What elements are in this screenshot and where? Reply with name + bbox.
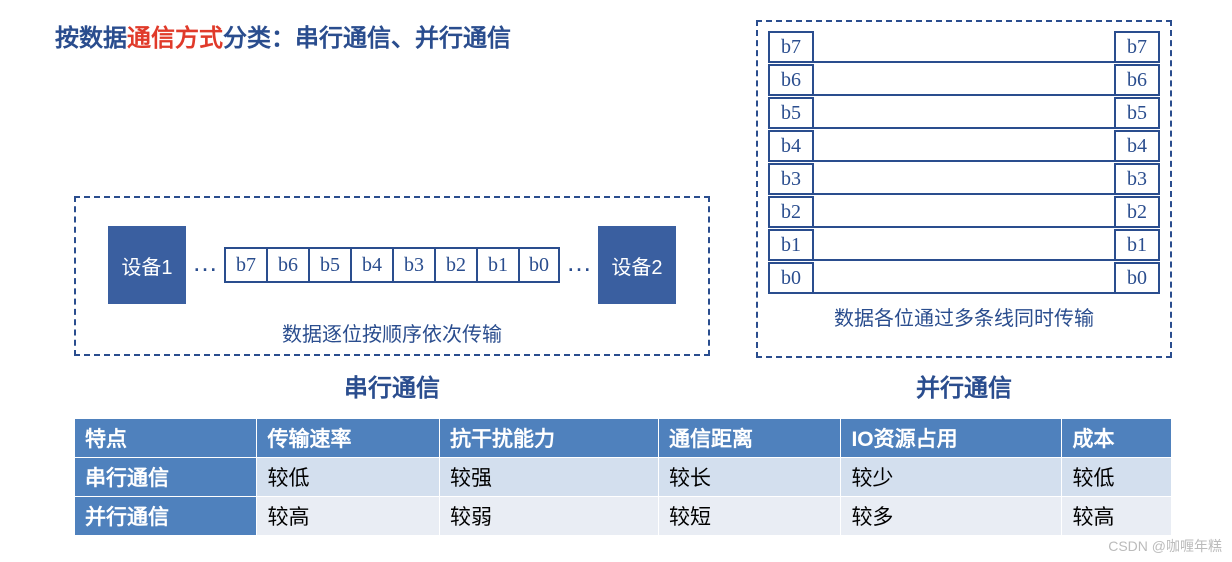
serial-caption: 数据逐位按顺序依次传输	[76, 318, 708, 347]
bit-cell: b0	[1114, 262, 1160, 294]
serial-label: 串行通信	[74, 368, 710, 403]
bit-cell: b3	[768, 163, 814, 195]
wire-icon	[814, 146, 1114, 162]
bit-cell: b2	[434, 247, 476, 283]
ellipsis-icon: …	[566, 247, 592, 284]
parallel-line: b0 b0	[768, 261, 1160, 294]
table-cell: 较短	[658, 497, 840, 536]
table-header-row: 特点 传输速率 抗干扰能力 通信距离 IO资源占用 成本	[75, 419, 1172, 458]
title-pre: 按数据	[55, 25, 127, 52]
bit-cell: b7	[224, 247, 266, 283]
table-header: 抗干扰能力	[439, 419, 658, 458]
table-cell: 较低	[1062, 458, 1172, 497]
table-cell: 较低	[257, 458, 439, 497]
bit-cell: b0	[768, 262, 814, 294]
parallel-diagram: b7 b7 b6 b6 b5 b5 b4 b4 b3 b3 b2 b2 b1 b1 b0b0 …	[756, 20, 1172, 358]
page-title: 按数据通信方式分类：串行通信、并行通信	[55, 18, 511, 53]
parallel-line: b3 b3	[768, 162, 1160, 195]
bit-cell: b1	[476, 247, 518, 283]
bit-cell: b7	[1114, 31, 1160, 63]
table-cell: 较弱	[439, 497, 658, 536]
bit-cell: b3	[1114, 163, 1160, 195]
parallel-line: b7 b7	[768, 30, 1160, 63]
serial-diagram: 设备1 … b7 b6 b5 b4 b3 b2 b1 b0 … 设备2 数据逐位…	[74, 196, 710, 356]
bit-cell: b5	[308, 247, 350, 283]
comparison-table: 特点 传输速率 抗干扰能力 通信距离 IO资源占用 成本 串行通信 较低 较强 …	[74, 418, 1172, 536]
bit-cell: b7	[768, 31, 814, 63]
bit-cell: b6	[1114, 64, 1160, 96]
title-post: 分类：串行通信、并行通信	[223, 25, 511, 52]
bit-cell: b4	[1114, 130, 1160, 162]
table-cell: 较高	[1062, 497, 1172, 536]
wire-icon	[814, 80, 1114, 96]
wire-icon	[814, 278, 1114, 294]
bit-cell: b6	[768, 64, 814, 96]
serial-row: 设备1 … b7 b6 b5 b4 b3 b2 b1 b0 … 设备2	[76, 226, 708, 304]
table-header: IO资源占用	[841, 419, 1062, 458]
table-cell: 较高	[257, 497, 439, 536]
bit-cell: b3	[392, 247, 434, 283]
device-1: 设备1	[108, 226, 186, 304]
bit-cell: b5	[1114, 97, 1160, 129]
wire-icon	[814, 212, 1114, 228]
wire-icon	[814, 245, 1114, 261]
bit-cell: b2	[1114, 196, 1160, 228]
table-header: 通信距离	[658, 419, 840, 458]
device-2: 设备2	[598, 226, 676, 304]
title-red: 通信方式	[127, 25, 223, 52]
bit-cell: b4	[768, 130, 814, 162]
bit-cell: b4	[350, 247, 392, 283]
table-row: 并行通信 较高 较弱 较短 较多 较高	[75, 497, 1172, 536]
bit-cell: b1	[768, 229, 814, 261]
table-row: 串行通信 较低 较强 较长 较少 较低	[75, 458, 1172, 497]
row-name: 并行通信	[75, 497, 257, 536]
bit-cell: b0	[518, 247, 560, 283]
table-cell: 较少	[841, 458, 1062, 497]
table-header: 成本	[1062, 419, 1172, 458]
table-cell: 较多	[841, 497, 1062, 536]
wire-icon	[814, 113, 1114, 129]
row-name: 串行通信	[75, 458, 257, 497]
parallel-lines: b7 b7 b6 b6 b5 b5 b4 b4 b3 b3 b2 b2 b1 b1 b0 b0	[768, 30, 1160, 294]
parallel-line: b5 b5	[768, 96, 1160, 129]
serial-bits: b7 b6 b5 b4 b3 b2 b1 b0	[224, 247, 560, 283]
bit-cell: b1	[1114, 229, 1160, 261]
ellipsis-icon: …	[192, 247, 218, 284]
parallel-line: b2 b2	[768, 195, 1160, 228]
parallel-line: b1 b1	[768, 228, 1160, 261]
watermark: CSDN @咖喱年糕	[1108, 536, 1222, 556]
table-header: 传输速率	[257, 419, 439, 458]
bit-cell: b5	[768, 97, 814, 129]
wire-icon	[814, 47, 1114, 63]
parallel-caption: 数据各位通过多条线同时传输	[768, 302, 1160, 331]
table-header: 特点	[75, 419, 257, 458]
parallel-label: 并行通信	[756, 368, 1172, 403]
parallel-line: b4 b4	[768, 129, 1160, 162]
parallel-line: b6 b6	[768, 63, 1160, 96]
table-cell: 较强	[439, 458, 658, 497]
wire-icon	[814, 179, 1114, 195]
bit-cell: b2	[768, 196, 814, 228]
table-cell: 较长	[658, 458, 840, 497]
bit-cell: b6	[266, 247, 308, 283]
